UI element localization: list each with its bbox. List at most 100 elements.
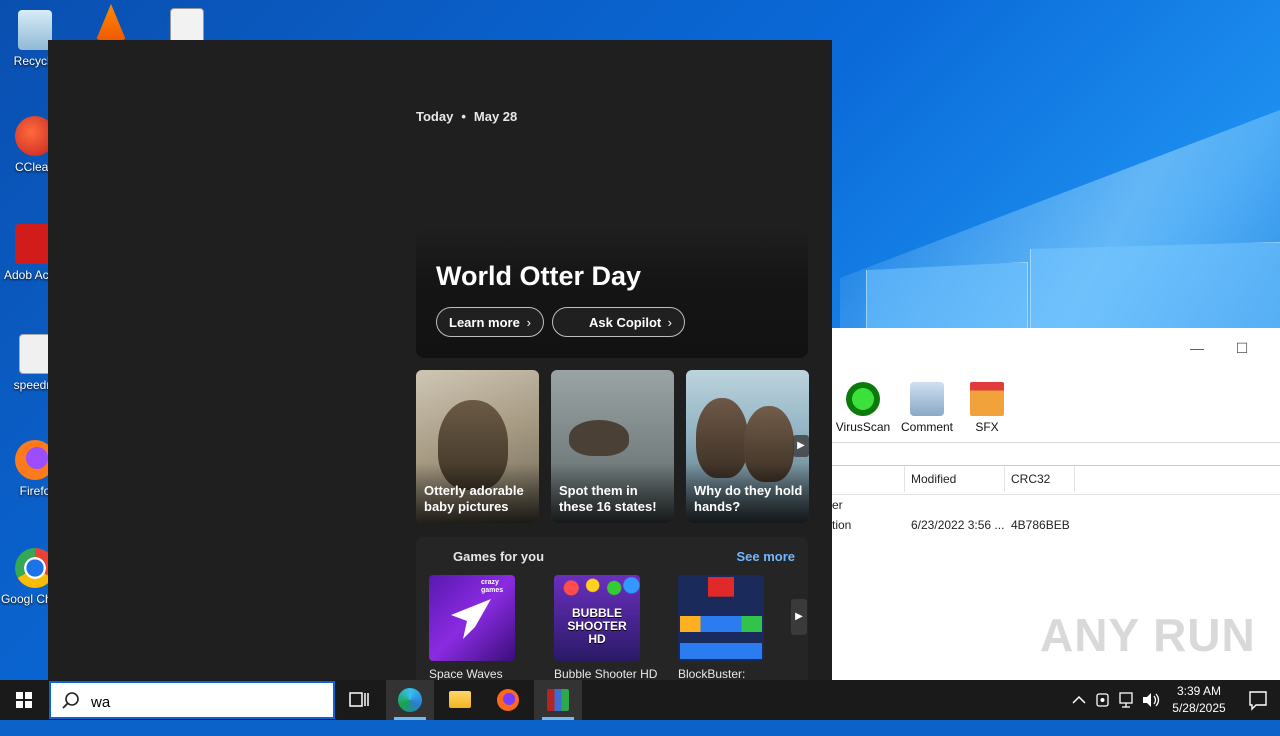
- windows-start-icon: [16, 692, 32, 708]
- see-more-link[interactable]: See more: [736, 549, 795, 564]
- taskbar-clock[interactable]: 3:39 AM 5/28/2025: [1162, 683, 1236, 717]
- table-row[interactable]: tion 6/23/2022 3:56 ... 4B786BEB: [832, 515, 1280, 535]
- chevron-right-icon: ›: [667, 315, 672, 330]
- column-separator: [904, 466, 905, 492]
- sfx-label: SFX: [975, 420, 999, 434]
- comment-label: Comment: [900, 420, 953, 434]
- task-view-icon: [349, 692, 369, 707]
- volume-button[interactable]: [1140, 680, 1162, 720]
- game-name: BlockBuster:: [678, 667, 746, 681]
- column-crc32[interactable]: CRC32: [1011, 472, 1050, 486]
- comment-icon: [910, 382, 944, 416]
- bubble-shooter-tile: BUBBLE SHOOTER HD: [554, 575, 640, 661]
- image-file-icon: [19, 334, 51, 374]
- taskbar-firefox-button[interactable]: [484, 680, 532, 720]
- card-caption: Why do they hold hands?: [694, 483, 803, 514]
- games-title: Games for you: [453, 549, 545, 564]
- winrar-titlebar: — ☐: [832, 328, 1280, 376]
- maximize-button[interactable]: ☐: [1222, 336, 1262, 360]
- file-modified: 6/23/2022 3:56 ...: [911, 518, 1005, 532]
- ask-copilot-label: Ask Copilot: [589, 315, 662, 330]
- taskbar-winrar-button[interactable]: [534, 680, 582, 720]
- recycle-bin-icon: [18, 10, 52, 50]
- anyrun-watermark: ANY RUN: [1040, 609, 1256, 661]
- desktop-icon-vlc[interactable]: [76, 4, 146, 44]
- cards-next-button[interactable]: ▶: [793, 435, 809, 457]
- firefox-icon: [497, 689, 519, 711]
- clock-time: 3:39 AM: [1176, 684, 1222, 698]
- notification-icon: [1249, 691, 1267, 711]
- image-file-icon: [170, 8, 204, 44]
- game-item[interactable]: crazy games Space Waves: [429, 575, 515, 681]
- taskbar: 3:39 AM 5/28/2025: [0, 680, 1280, 720]
- crazy-games-badge: crazy games: [481, 579, 504, 594]
- network-icon: [1119, 692, 1133, 708]
- winrar-address-bar[interactable]: [832, 443, 1280, 466]
- today-header: Today • May 28: [416, 109, 517, 124]
- news-card[interactable]: Otterly adorable baby pictures: [416, 370, 539, 523]
- action-center-button[interactable]: [1236, 680, 1280, 720]
- search-flyout: Today • May 28 World Otter Day Learn more ›…: [48, 40, 832, 681]
- column-modified[interactable]: Modified: [911, 472, 956, 486]
- file-crc: 4B786BEB: [1011, 518, 1070, 532]
- chevron-right-icon: ›: [526, 315, 531, 330]
- hero-banner[interactable]: World Otter Day Learn more › Ask Copilot ›: [416, 227, 808, 358]
- virus-scan-button[interactable]: VirusScan: [833, 382, 893, 434]
- edge-icon: [398, 688, 422, 712]
- bubble-shooter-logo-text: BUBBLE SHOOTER HD: [567, 606, 627, 646]
- games-next-button[interactable]: ▶: [791, 599, 807, 635]
- column-separator: [1074, 466, 1075, 492]
- today-date: May 28: [473, 109, 518, 124]
- network-button[interactable]: [1116, 680, 1138, 720]
- table-row[interactable]: er: [832, 495, 1280, 515]
- task-view-button[interactable]: [336, 680, 384, 720]
- game-name: Space Waves: [429, 667, 503, 681]
- separator-dot: •: [461, 109, 466, 124]
- taskbar-explorer-button[interactable]: [436, 680, 484, 720]
- column-separator: [1004, 466, 1005, 492]
- ask-copilot-button[interactable]: Ask Copilot ›: [552, 307, 685, 337]
- search-input[interactable]: [89, 689, 323, 715]
- vlc-icon: [96, 4, 126, 40]
- learn-more-label: Learn more: [449, 315, 520, 330]
- news-card[interactable]: Spot them in these 16 states!: [551, 370, 674, 523]
- sfx-icon: [970, 382, 1004, 416]
- games-section: Games for you See more crazy games Space…: [416, 537, 808, 681]
- taskbar-edge-button[interactable]: [386, 680, 434, 720]
- game-item[interactable]: BUBBLE SHOOTER HD Bubble Shooter HD: [554, 575, 658, 681]
- game-name: Bubble Shooter HD: [554, 667, 658, 681]
- otter-shape: [569, 420, 629, 456]
- volume-icon: [1143, 693, 1160, 707]
- comment-button[interactable]: Comment: [897, 382, 957, 434]
- hero-title: World Otter Day: [436, 261, 642, 291]
- start-button[interactable]: [0, 680, 48, 720]
- file-list-header: Modified CRC32: [832, 466, 1280, 495]
- news-card[interactable]: Why do they hold hands?: [686, 370, 809, 523]
- blockbuster-tile: [678, 575, 764, 661]
- meet-now-icon: [1096, 693, 1109, 707]
- today-label: Today: [416, 109, 454, 124]
- sfx-button[interactable]: SFX: [957, 382, 1017, 434]
- card-caption: Otterly adorable baby pictures: [424, 483, 524, 514]
- file-name: tion: [832, 518, 852, 532]
- show-hidden-icons-button[interactable]: [1068, 680, 1090, 720]
- file-name: er: [832, 498, 843, 512]
- minimize-button[interactable]: —: [1177, 336, 1217, 360]
- chevron-up-icon: [1072, 695, 1086, 704]
- taskbar-search-box[interactable]: [49, 681, 335, 719]
- virus-scan-label: VirusScan: [835, 420, 891, 434]
- meet-now-button[interactable]: [1092, 680, 1114, 720]
- windows-logo-pane: [1030, 242, 1280, 330]
- learn-more-button[interactable]: Learn more ›: [436, 307, 544, 337]
- block-grid: [680, 577, 762, 659]
- game-item[interactable]: BlockBuster:: [678, 575, 764, 681]
- card-caption: Spot them in these 16 states!: [559, 483, 657, 514]
- windows-logo-pane: [866, 262, 1028, 330]
- virus-scan-icon: [846, 382, 880, 416]
- clock-date: 5/28/2025: [1172, 701, 1226, 715]
- search-icon: [62, 692, 79, 709]
- winrar-icon: [547, 689, 569, 711]
- space-waves-tile: crazy games: [429, 575, 515, 661]
- folder-icon: [449, 691, 471, 708]
- rocket-icon: [451, 599, 491, 639]
